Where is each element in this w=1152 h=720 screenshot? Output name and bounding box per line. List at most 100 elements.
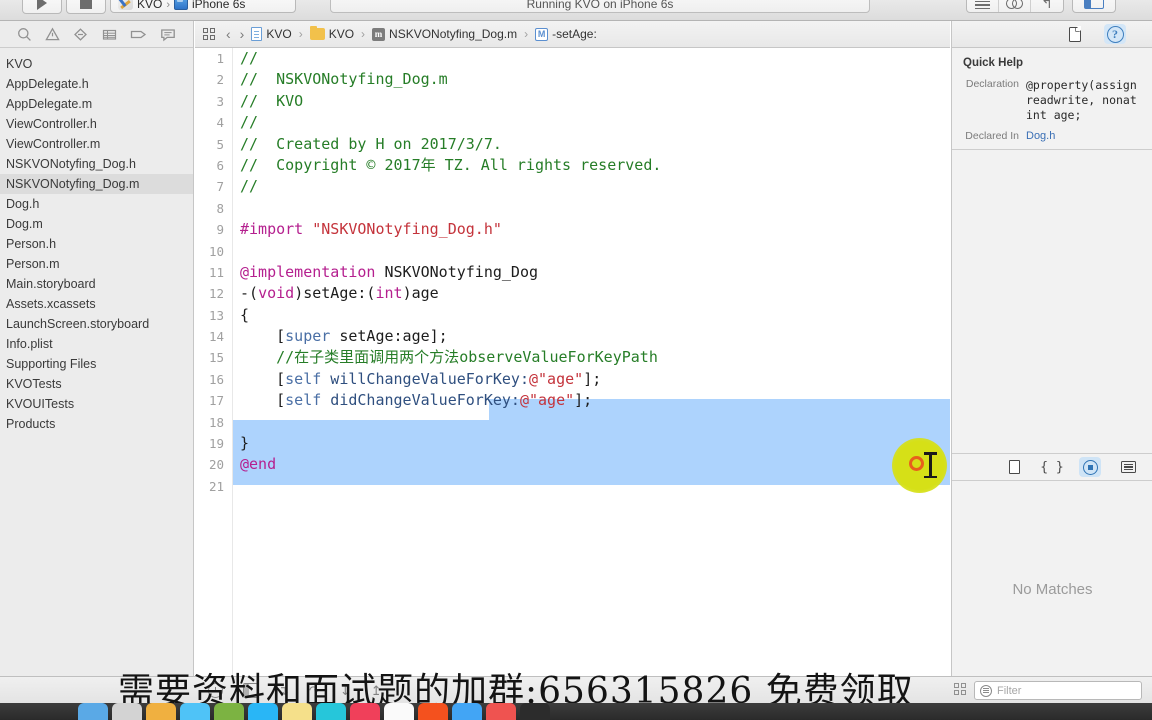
file-list-item[interactable]: Products: [0, 414, 193, 434]
run-button[interactable]: [22, 0, 62, 14]
declaration-label: Declaration: [965, 78, 1019, 90]
report-icon[interactable]: [102, 27, 117, 42]
filter-input[interactable]: Filter: [974, 681, 1142, 700]
line-number: 21: [208, 478, 224, 494]
dock-app-icon[interactable]: [282, 703, 312, 720]
code-text[interactable]: // // NSKVONotyfing_Dog.m // KVO // // C…: [233, 48, 950, 676]
step-over-icon[interactable]: ↷: [309, 683, 320, 698]
navigator-toggle-button[interactable]: [1072, 0, 1116, 13]
file-list-item[interactable]: LaunchScreen.storyboard: [0, 314, 193, 334]
library-toggle-icon[interactable]: [954, 683, 966, 695]
dock-app-icon[interactable]: [248, 703, 278, 720]
file-list-item[interactable]: Info.plist: [0, 334, 193, 354]
dock-app-icon[interactable]: [452, 703, 482, 720]
file-list-item[interactable]: NSKVONotyfing_Dog.m: [0, 174, 193, 194]
debug-icon[interactable]: [160, 27, 176, 42]
breadcrumb-separator-icon: ›: [298, 27, 303, 41]
standard-editor-button[interactable]: [967, 0, 999, 12]
macos-dock[interactable]: [0, 703, 1152, 720]
code-line-6: // Copyright © 2017年 TZ. All rights rese…: [240, 155, 662, 174]
version-editor-button[interactable]: ↰: [1031, 0, 1063, 12]
file-list-item[interactable]: ViewController.m: [0, 134, 193, 154]
assistant-editor-button[interactable]: [999, 0, 1031, 12]
object-library-icon[interactable]: [1079, 457, 1101, 477]
warning-icon[interactable]: [45, 26, 60, 42]
code-snippet-library-icon[interactable]: { }: [1040, 457, 1063, 477]
dock-app-icon[interactable]: [180, 703, 210, 720]
file-list-item-label: ViewController.h: [6, 117, 97, 131]
file-list-item[interactable]: Main.storyboard: [0, 274, 193, 294]
file-list-item[interactable]: Dog.h: [0, 194, 193, 214]
breadcrumb-separator-icon: ›: [524, 27, 529, 41]
code-line-19: }: [240, 434, 250, 453]
quick-help-title: Quick Help: [963, 57, 1024, 69]
step-out-icon[interactable]: ↥: [371, 683, 382, 698]
file-list-item-label: LaunchScreen.storyboard: [6, 317, 150, 331]
file-list-item[interactable]: KVOTests: [0, 374, 193, 394]
source-code-area[interactable]: 1 2 3 4 5 6 7 8 9 10 11 12 13 14 15 16 17 18 19 20 21 // // …: [195, 48, 950, 676]
file-list-item[interactable]: Person.h: [0, 234, 193, 254]
dock-app-icon[interactable]: [112, 703, 142, 720]
file-list-item[interactable]: Assets.xcassets: [0, 294, 193, 314]
declared-in-link[interactable]: Dog.h: [1026, 130, 1055, 142]
dock-app-icon[interactable]: [520, 703, 550, 720]
dock-app-icon[interactable]: [486, 703, 516, 720]
file-list-item[interactable]: NSKVONotyfing_Dog.h: [0, 154, 193, 174]
line-number: 18: [208, 414, 224, 430]
editor-mode-group[interactable]: ↰: [966, 0, 1064, 13]
file-list-item-label: KVO: [6, 57, 33, 71]
line-number: 2: [216, 72, 224, 88]
dock-app-icon[interactable]: [418, 703, 448, 720]
dock-app-icon[interactable]: [316, 703, 346, 720]
breadcrumb-item-project[interactable]: KVO: [251, 27, 292, 41]
line-number: 16: [208, 371, 224, 387]
file-list-item[interactable]: AppDelegate.m: [0, 94, 193, 114]
dock-app-icon[interactable]: [146, 703, 176, 720]
quick-help-icon[interactable]: ?: [1104, 24, 1126, 44]
file-list-item[interactable]: KVO: [0, 54, 193, 74]
stop-button[interactable]: [66, 0, 106, 14]
dock-app-icon[interactable]: [384, 703, 414, 720]
file-list-item[interactable]: AppDelegate.h: [0, 74, 193, 94]
go-back-button[interactable]: ‹: [224, 26, 233, 42]
breadcrumb-item-method[interactable]: M -setAge:: [535, 27, 597, 41]
dock-app-icon[interactable]: [350, 703, 380, 720]
scheme-project-label: KVO: [137, 0, 163, 11]
file-list-item[interactable]: ViewController.h: [0, 114, 193, 134]
breadcrumb-item-file[interactable]: m NSKVONotyfing_Dog.m: [372, 27, 517, 41]
xcode-toolbar: KVO › iPhone 6s Running KVO on iPhone 6s…: [0, 0, 1152, 21]
related-items-icon[interactable]: [203, 28, 215, 40]
file-template-library-icon[interactable]: [1003, 457, 1025, 477]
file-list-item[interactable]: Dog.m: [0, 214, 193, 234]
status-text: Running KVO on iPhone 6s: [526, 0, 674, 11]
step-into-icon[interactable]: ↧: [340, 683, 351, 698]
file-list-item[interactable]: KVOUITests: [0, 394, 193, 414]
file-list-item[interactable]: Person.m: [0, 254, 193, 274]
line-number: 12: [208, 286, 224, 302]
file-list-item[interactable]: Supporting Files: [0, 354, 193, 374]
dock-app-icon[interactable]: [214, 703, 244, 720]
file-list-item-label: NSKVONotyfing_Dog.m: [6, 177, 140, 191]
code-line-11: @implementation NSKVONotyfing_Dog: [240, 262, 539, 281]
tag-icon[interactable]: [130, 27, 147, 42]
line-number: 9: [216, 222, 224, 238]
quick-help-divider: [952, 149, 1152, 150]
file-list-item-label: Assets.xcassets: [6, 297, 96, 311]
media-library-icon[interactable]: [1117, 457, 1139, 477]
breadcrumb-item-folder[interactable]: KVO: [309, 25, 354, 41]
dock-app-icon[interactable]: [78, 703, 108, 720]
quick-help-declaration-row: Declaration @property(assign readwrite, …: [952, 78, 1152, 123]
go-forward-button[interactable]: ›: [238, 26, 247, 42]
line-number: 20: [208, 457, 224, 473]
breakpoint-icon[interactable]: [73, 27, 88, 42]
scheme-selector[interactable]: KVO › iPhone 6s: [110, 0, 296, 13]
clock-icon[interactable]: [208, 682, 223, 698]
play-icon: [37, 0, 47, 10]
file-inspector-icon[interactable]: [1064, 24, 1086, 44]
code-line-12: -(void)setAge:(int)age: [240, 284, 439, 303]
step-icon[interactable]: ↴: [278, 683, 289, 698]
search-icon[interactable]: [17, 27, 32, 42]
panel-toggle-icon[interactable]: [243, 682, 258, 698]
line-number: 3: [216, 93, 224, 109]
